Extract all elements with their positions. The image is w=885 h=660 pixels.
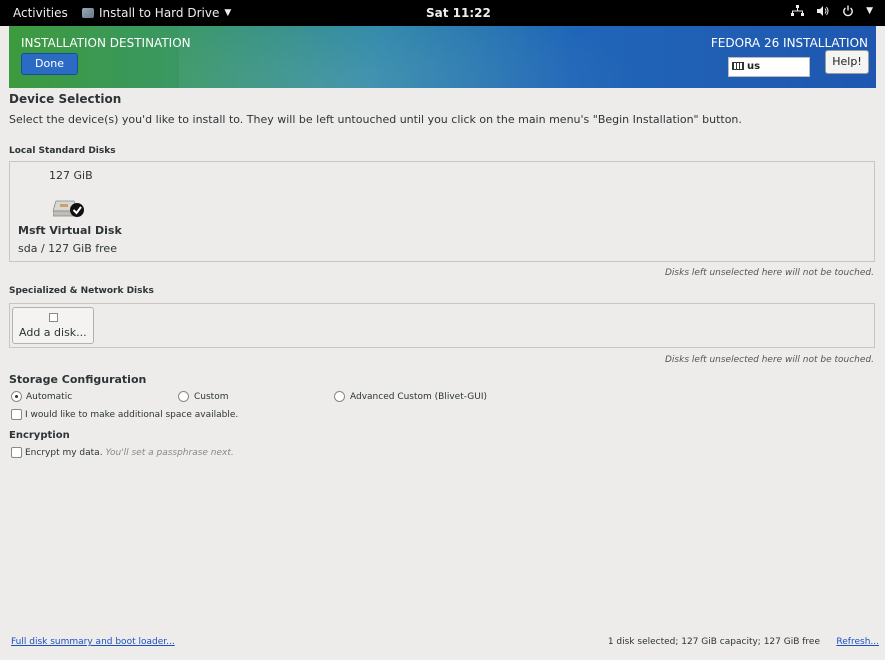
volume-icon bbox=[817, 6, 829, 16]
local-disks-heading: Local Standard Disks bbox=[9, 146, 116, 156]
refresh-link[interactable]: Refresh... bbox=[836, 637, 879, 647]
advanced-custom-radio[interactable] bbox=[334, 391, 345, 402]
product-title: FEDORA 26 INSTALLATION bbox=[710, 36, 868, 50]
activities-button[interactable]: Activities bbox=[13, 6, 68, 20]
add-disk-button[interactable]: Add a disk... bbox=[12, 307, 94, 344]
network-icon bbox=[791, 5, 805, 16]
local-disks-panel bbox=[9, 161, 875, 262]
page-title: INSTALLATION DESTINATION bbox=[21, 36, 191, 50]
disk-status-summary: 1 disk selected; 127 GiB capacity; 127 G… bbox=[607, 637, 820, 647]
hard-disk-icon bbox=[53, 200, 84, 217]
add-disk-icon bbox=[49, 313, 58, 322]
network-disks-note: Disks left unselected here will not be t… bbox=[664, 355, 874, 365]
advanced-custom-label: Advanced Custom (Blivet-GUI) bbox=[350, 392, 488, 402]
top-bar: Activities Install to Hard Drive ▼ Sat 1… bbox=[0, 0, 885, 26]
automatic-radio[interactable] bbox=[11, 391, 22, 402]
device-selection-instructions: Select the device(s) you'd like to insta… bbox=[9, 113, 742, 126]
encrypt-label: Encrypt my data. You'll set a passphrase… bbox=[25, 448, 234, 458]
disk-selector[interactable]: 127 GiB Msft Virtual Disk sda / 127 GiB … bbox=[9, 163, 129, 261]
local-disks-note: Disks left unselected here will not be t… bbox=[664, 268, 874, 278]
custom-radio[interactable] bbox=[178, 391, 189, 402]
spoke-header: INSTALLATION DESTINATION Done FEDORA 26 … bbox=[9, 26, 876, 88]
chevron-down-icon: ▼ bbox=[224, 8, 232, 18]
keyboard-layout-label: us bbox=[747, 61, 761, 72]
storage-config-heading: Storage Configuration bbox=[9, 373, 146, 386]
add-disk-label: Add a disk... bbox=[19, 326, 87, 339]
clock[interactable]: Sat 11:22 bbox=[426, 6, 491, 20]
app-menu-label: Install to Hard Drive bbox=[99, 6, 220, 20]
reclaim-space-checkbox[interactable] bbox=[11, 409, 22, 420]
network-disks-panel bbox=[9, 303, 875, 348]
network-disks-heading: Specialized & Network Disks bbox=[9, 286, 154, 296]
disk-detail: sda / 127 GiB free bbox=[18, 242, 117, 255]
disk-summary-link[interactable]: Full disk summary and boot loader... bbox=[11, 637, 175, 647]
automatic-label: Automatic bbox=[26, 392, 73, 402]
encrypt-checkbox[interactable] bbox=[11, 447, 22, 458]
encrypt-label-text: Encrypt my data. bbox=[25, 448, 103, 458]
help-button[interactable]: Help! bbox=[825, 50, 869, 74]
installer-icon bbox=[82, 8, 94, 18]
encrypt-hint: You'll set a passphrase next. bbox=[105, 448, 234, 458]
keyboard-icon bbox=[732, 62, 744, 70]
disk-name: Msft Virtual Disk bbox=[18, 224, 122, 237]
custom-label: Custom bbox=[194, 392, 229, 402]
power-icon bbox=[843, 5, 853, 17]
encryption-heading: Encryption bbox=[9, 430, 70, 441]
disk-size: 127 GiB bbox=[49, 169, 93, 182]
app-menu[interactable]: Install to Hard Drive ▼ bbox=[82, 6, 231, 20]
keyboard-layout-indicator[interactable]: us bbox=[728, 57, 810, 77]
device-selection-heading: Device Selection bbox=[9, 92, 122, 106]
storage-config-heading-text: Storage Configuration bbox=[9, 373, 147, 386]
system-status-menu[interactable]: ▼ bbox=[791, 5, 873, 17]
reclaim-space-label: I would like to make additional space av… bbox=[25, 410, 239, 420]
done-button[interactable]: Done bbox=[21, 53, 78, 75]
chevron-down-icon: ▼ bbox=[866, 6, 873, 16]
